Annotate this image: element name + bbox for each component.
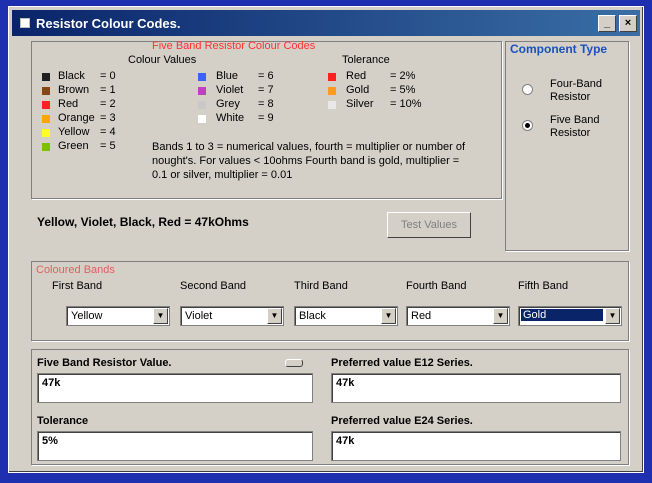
colour-name: Violet: [216, 84, 244, 96]
colour-name: Grey: [216, 98, 240, 110]
e12-label: Preferred value E12 Series.: [331, 357, 473, 369]
colour-swatch: [198, 101, 206, 109]
second-band-select[interactable]: Violet ▼: [180, 306, 284, 326]
tolerance-swatch: [328, 73, 336, 81]
e12-field[interactable]: 47k: [331, 373, 621, 403]
colour-value: = 3: [100, 112, 116, 124]
colour-name: White: [216, 112, 245, 124]
fifth-band-select[interactable]: Gold ▼: [518, 306, 622, 326]
colour-name: Green: [58, 140, 89, 152]
colour-swatch: [198, 115, 206, 123]
close-button[interactable]: ×: [619, 14, 637, 32]
colour-value: = 0: [100, 70, 116, 82]
colour-name: Blue: [216, 70, 239, 82]
tolerance-value: = 5%: [390, 84, 416, 96]
tolerance-name: Red: [346, 70, 367, 82]
e12-value: 47k: [336, 377, 355, 389]
five-band-radio[interactable]: [522, 120, 533, 131]
component-type-frame: Component Type Four-Band Resistor Five B…: [505, 41, 629, 251]
chevron-down-icon[interactable]: ▼: [381, 308, 396, 324]
colour-value: = 5: [100, 140, 116, 152]
small-indicator-button[interactable]: [285, 359, 303, 367]
result-line: Yellow, Violet, Black, Red = 47kOhms: [37, 215, 249, 229]
bands-note: Bands 1 to 3 = numerical values, fourth …: [152, 141, 466, 181]
colour-swatch: [42, 115, 50, 123]
colour-swatch: [198, 73, 206, 81]
tolerance-label: Tolerance: [342, 54, 390, 66]
four-band-label[interactable]: Four-Band Resistor: [550, 78, 620, 104]
band-label-1: First Band: [52, 280, 103, 292]
colour-swatch: [198, 87, 206, 95]
window-title: Resistor Colour Codes.: [36, 15, 181, 31]
band-label-2: Second Band: [180, 280, 247, 292]
chevron-down-icon[interactable]: ▼: [267, 308, 282, 324]
tolerance-value: = 2%: [390, 70, 416, 82]
e24-label: Preferred value E24 Series.: [331, 415, 473, 427]
app-icon: [20, 18, 30, 28]
colour-swatch: [42, 101, 50, 109]
colour-swatch: [42, 73, 50, 81]
four-band-radio[interactable]: [522, 84, 533, 95]
minimize-button[interactable]: _: [598, 14, 616, 32]
colour-codes-heading: Five Band Resistor Colour Codes: [152, 40, 316, 52]
chevron-down-icon[interactable]: ▼: [493, 308, 508, 324]
e24-field[interactable]: 47k: [331, 431, 621, 461]
resistor-value-field[interactable]: 47k: [37, 373, 313, 403]
colour-swatch: [42, 143, 50, 151]
fourth-band-select[interactable]: Red ▼: [406, 306, 510, 326]
tolerance-name: Gold: [346, 84, 370, 96]
chevron-down-icon[interactable]: ▼: [153, 308, 168, 324]
first-band-value: Yellow: [71, 310, 103, 322]
title-bar[interactable]: Resistor Colour Codes. _ ×: [12, 10, 640, 36]
bands-title: Coloured Bands: [36, 264, 115, 276]
chevron-down-icon[interactable]: ▼: [605, 308, 620, 324]
tolerance-value: 5%: [42, 435, 58, 447]
colour-value: = 2: [100, 98, 116, 110]
third-band-value: Black: [299, 310, 326, 322]
main-window: Resistor Colour Codes. _ × Five Band Res…: [8, 6, 644, 473]
e24-value: 47k: [336, 435, 355, 447]
test-values-button[interactable]: Test Values: [387, 212, 471, 238]
colour-name: Orange: [58, 112, 95, 124]
tolerance-name: Silver: [346, 98, 374, 110]
colour-name: Black: [58, 70, 85, 82]
band-label-3: Third Band: [294, 280, 348, 292]
bands-frame: Coloured Bands First Band Second Band Th…: [31, 261, 629, 341]
colour-swatch: [42, 87, 50, 95]
five-band-label[interactable]: Five Band Resistor: [550, 114, 620, 140]
colour-swatch: [42, 129, 50, 137]
tolerance-swatch: [328, 87, 336, 95]
third-band-select[interactable]: Black ▼: [294, 306, 398, 326]
colour-value: = 9: [258, 112, 274, 124]
colour-name: Yellow: [58, 126, 90, 138]
colour-value: = 6: [258, 70, 274, 82]
colour-codes-frame: Five Band Resistor Colour Codes Colour V…: [31, 40, 502, 199]
tolerance-output-label: Tolerance: [37, 415, 89, 427]
tolerance-field[interactable]: 5%: [37, 431, 313, 461]
second-band-value: Violet: [185, 310, 213, 322]
band-label-4: Fourth Band: [406, 280, 467, 292]
colour-value: = 8: [258, 98, 274, 110]
colour-name: Brown: [58, 84, 90, 96]
band-label-5: Fifth Band: [518, 280, 569, 292]
colour-values-label: Colour Values: [128, 54, 197, 66]
colour-value: = 4: [100, 126, 116, 138]
component-type-title: Component Type: [510, 42, 608, 56]
tolerance-value: = 10%: [390, 98, 422, 110]
tolerance-swatch: [328, 101, 336, 109]
fifth-band-value: Gold: [521, 309, 603, 321]
colour-value: = 7: [258, 84, 274, 96]
colour-value: = 1: [100, 84, 116, 96]
first-band-select[interactable]: Yellow ▼: [66, 306, 170, 326]
resistor-value: 47k: [42, 377, 61, 389]
fourth-band-value: Red: [411, 310, 432, 322]
colour-name: Red: [58, 98, 79, 110]
resistor-value-label: Five Band Resistor Value.: [37, 357, 172, 369]
